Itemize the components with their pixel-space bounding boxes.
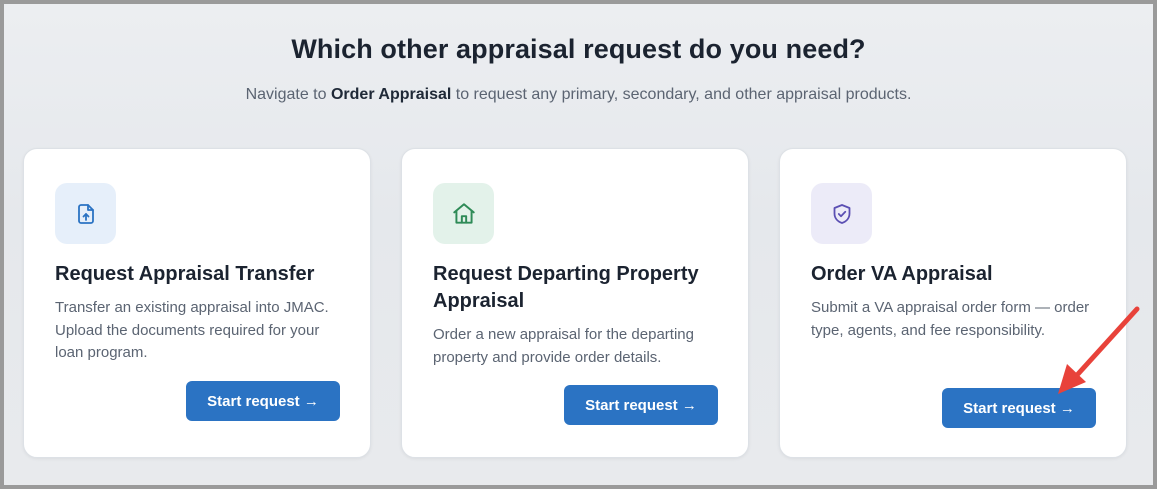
subtitle-suffix: to request any primary, secondary, and o… (451, 86, 912, 103)
screenshot-frame: Which other appraisal request do you nee… (4, 4, 1153, 485)
subtitle-prefix: Navigate to (245, 86, 331, 103)
start-request-button[interactable]: Start request → (942, 388, 1096, 428)
page-title: Which other appraisal request do you nee… (291, 34, 866, 64)
card-title: Request Appraisal Transfer (55, 263, 315, 285)
card-title: Order VA Appraisal (811, 263, 993, 285)
card-description: Submit a VA appraisal order form — order… (811, 299, 1090, 339)
card-title: Request Departing Property Appraisal (433, 263, 699, 312)
card-order-va-appraisal: Order VA Appraisal Submit a VA appraisal… (779, 148, 1127, 458)
card-request-departing-property-appraisal: Request Departing Property Appraisal Ord… (401, 148, 749, 458)
file-upload-icon (55, 183, 116, 244)
start-request-button[interactable]: Start request → (186, 381, 340, 421)
card-request-appraisal-transfer: Request Appraisal Transfer Transfer an e… (23, 148, 371, 458)
card-description: Transfer an existing appraisal into JMAC… (55, 299, 329, 361)
page-subtitle: Navigate to Order Appraisal to request a… (4, 86, 1153, 104)
start-request-button[interactable]: Start request → (564, 385, 718, 425)
card-description: Order a new appraisal for the departing … (433, 326, 694, 366)
home-icon (433, 183, 494, 244)
shield-check-icon (811, 183, 872, 244)
order-appraisal-link: Order Appraisal (330, 86, 452, 103)
